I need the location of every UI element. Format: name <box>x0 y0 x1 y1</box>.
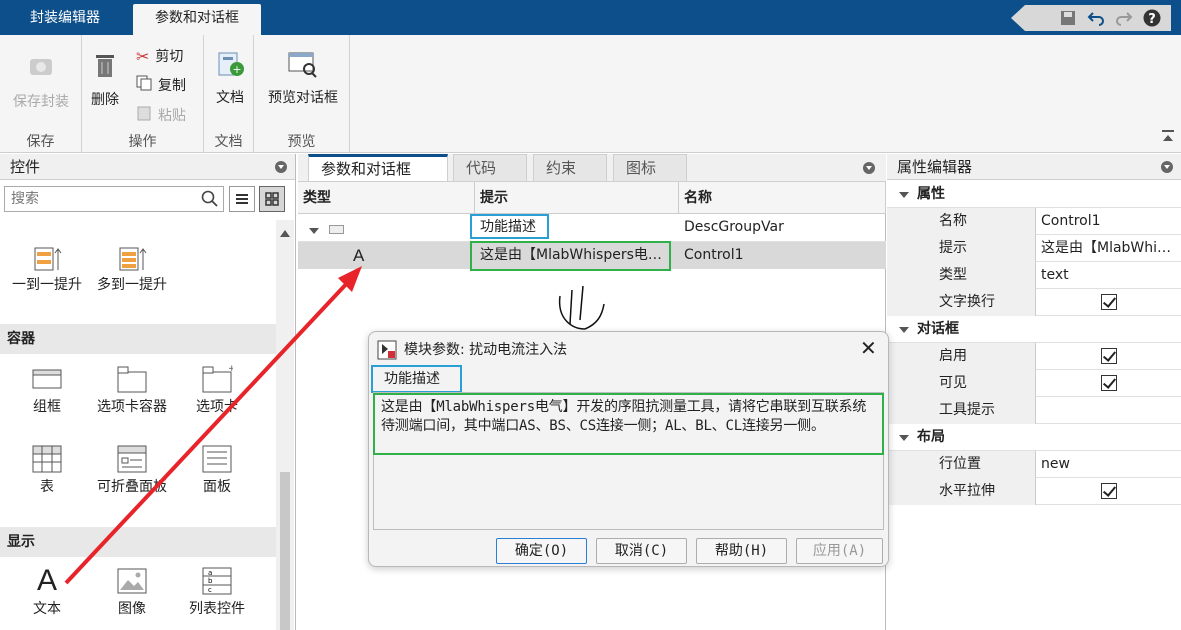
apply-button[interactable]: 应用(A) <box>796 538 883 564</box>
group-title-box: 功能描述 <box>371 365 462 393</box>
mask-dialog-preview: 模块参数: 扰动电流注入法 ✕ 功能描述 这是由【MlabWhispers电气】… <box>368 331 889 567</box>
block-icon <box>377 340 397 364</box>
help-button[interactable]: 帮助(H) <box>696 538 787 564</box>
close-icon[interactable]: ✕ <box>860 338 877 358</box>
cancel-button[interactable]: 取消(C) <box>596 538 687 564</box>
dialog-title: 模块参数: 扰动电流注入法 <box>404 342 568 358</box>
description-text: 这是由【MlabWhispers电气】开发的序阻抗测量工具，请将它串联到互联系统… <box>373 393 884 455</box>
ok-button[interactable]: 确定(O) <box>496 538 587 564</box>
